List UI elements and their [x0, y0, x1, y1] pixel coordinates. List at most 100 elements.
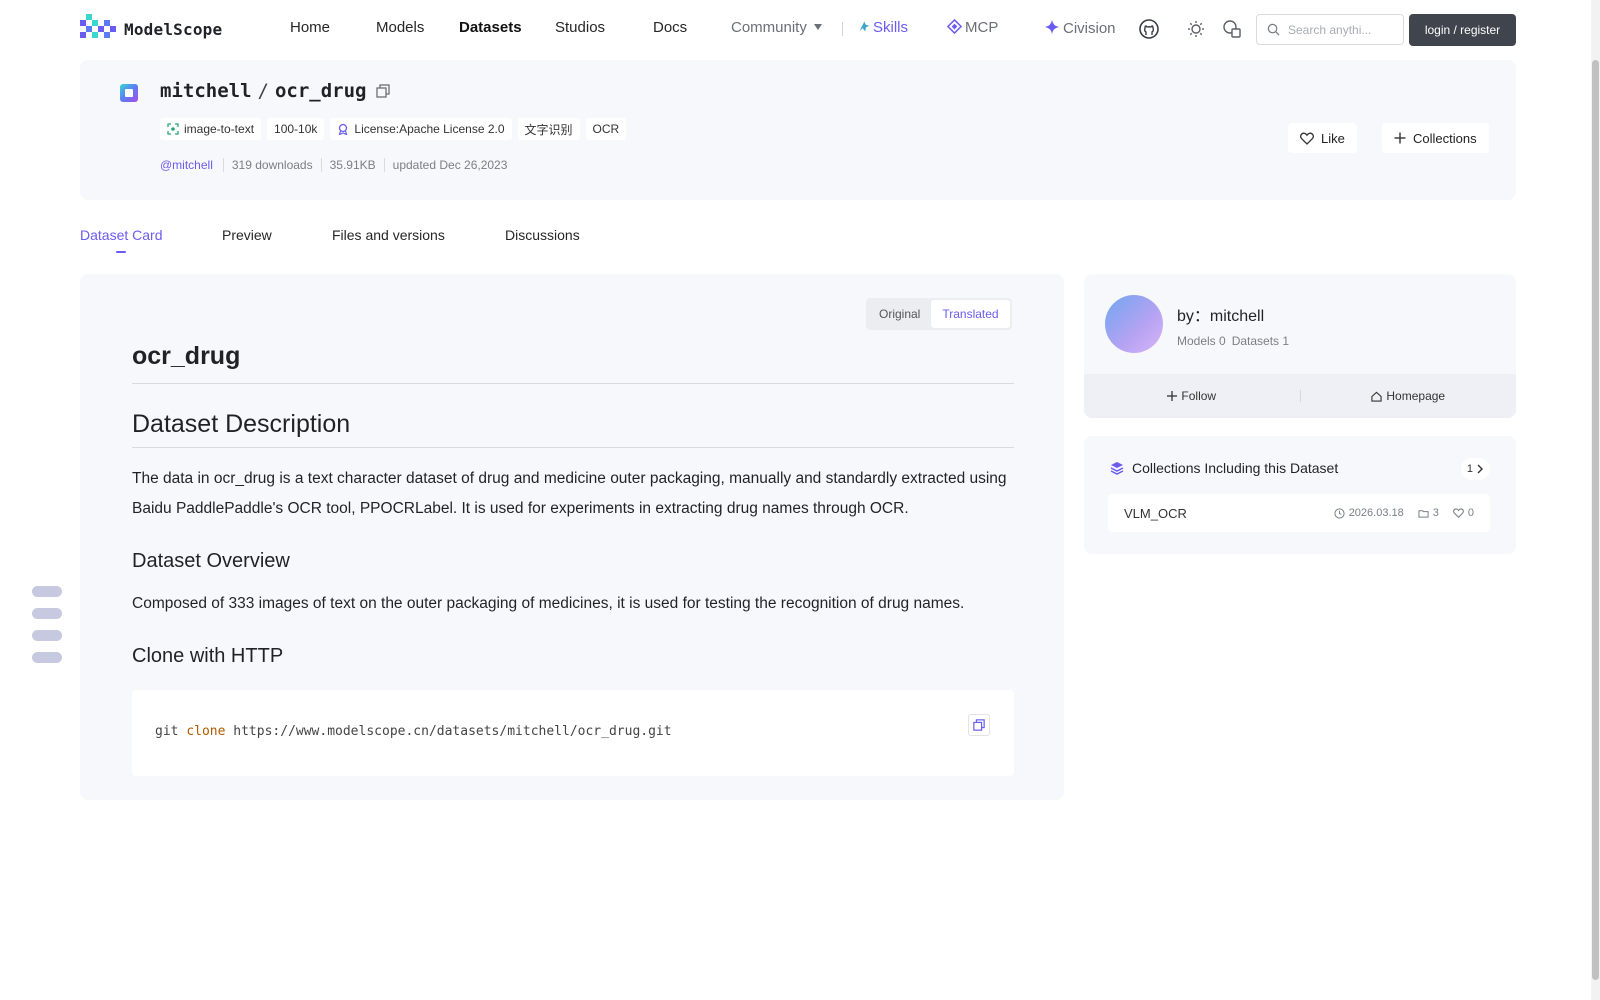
folder-icon [1418, 509, 1429, 518]
nav-docs[interactable]: Docs [653, 19, 687, 36]
sparkle-icon [1045, 20, 1059, 34]
author-name[interactable]: by：mitchell [1177, 302, 1264, 326]
author-datasets-count: Datasets 1 [1231, 334, 1290, 348]
follow-button[interactable]: Follow [1084, 389, 1300, 403]
nav-skills[interactable]: Skills [857, 19, 908, 36]
home-icon [1371, 391, 1383, 402]
clock-icon [1334, 507, 1345, 519]
nav-datasets[interactable]: Datasets [459, 19, 522, 36]
logo-text: ModelScope [124, 19, 223, 39]
scan-icon [167, 123, 179, 135]
author-stats: Models 0 Datasets 1 [1177, 334, 1289, 348]
clone-command[interactable]: git clone https://www.modelscope.cn/data… [155, 724, 672, 739]
nav-studios[interactable]: Studios [555, 19, 605, 36]
homepage-label: Homepage [1386, 389, 1446, 403]
toc-bar[interactable] [32, 586, 62, 597]
nav-civision-label: Civision [1063, 20, 1116, 37]
collections-card: Collections Including this Dataset 1 VLM… [1084, 436, 1516, 554]
tab-discussions[interactable]: Discussions [505, 227, 580, 243]
language-icon[interactable] [1222, 19, 1242, 39]
overview-text: Composed of 333 images of text on the ou… [132, 595, 965, 612]
nav-community[interactable]: Community [731, 19, 822, 36]
nav-civision[interactable]: Civision [1044, 19, 1116, 37]
dataset-tags: image-to-text 100-10k License:Apache Lic… [160, 118, 627, 140]
tab-files-and-versions[interactable]: Files and versions [332, 227, 445, 243]
toggle-translated[interactable]: Translated [931, 300, 1010, 328]
avatar[interactable] [1105, 295, 1163, 353]
card-title: ocr_drug [132, 342, 1014, 384]
theme-toggle-icon[interactable] [1186, 19, 1206, 39]
collection-likes: 0 [1452, 507, 1474, 519]
copy-code-button[interactable] [968, 714, 990, 736]
code-keyword: clone [186, 724, 226, 739]
copy-icon [973, 719, 985, 731]
nav-divider [842, 22, 843, 36]
description-text: The data in ocr_drug is a text character… [132, 470, 1007, 517]
download-count: 319 downloads [222, 158, 321, 172]
collections-label: Collections [1413, 130, 1477, 146]
top-navbar: ModelScope Home Models Datasets Studios … [0, 0, 1600, 58]
tag-size-range[interactable]: 100-10k [267, 118, 325, 140]
dataset-icon [120, 84, 138, 102]
clone-code-block: git clone https://www.modelscope.cn/data… [132, 690, 1014, 776]
license-badge-icon [339, 123, 348, 135]
collection-date-text: 2026.03.18 [1348, 507, 1404, 519]
tag-license[interactable]: License:Apache License 2.0 [330, 118, 512, 140]
tag-label: 100-10k [274, 122, 318, 136]
scrollbar-thumb[interactable] [1592, 60, 1599, 980]
login-register-button[interactable]: login / register [1409, 14, 1516, 46]
search-input[interactable] [1288, 22, 1396, 37]
skills-icon [859, 21, 870, 32]
markdown-content: ocr_drug Dataset Description The data in… [132, 342, 1014, 668]
dataset-owner[interactable]: mitchell [160, 80, 252, 102]
copy-icon[interactable] [376, 84, 391, 98]
floating-toc[interactable] [32, 586, 62, 674]
tag-ocr[interactable]: OCR [585, 118, 627, 140]
toc-bar[interactable] [32, 630, 62, 641]
tag-image-to-text[interactable]: image-to-text [160, 118, 262, 140]
nav-models[interactable]: Models [376, 19, 424, 36]
github-icon[interactable] [1139, 19, 1159, 39]
tab-dataset-card[interactable]: Dataset Card [80, 227, 162, 243]
modelscope-logo[interactable]: ModelScope [80, 14, 223, 40]
author-link[interactable]: @mitchell [160, 158, 213, 172]
follow-label: Follow [1181, 389, 1217, 403]
collection-name: VLM_OCR [1124, 505, 1187, 521]
collection-item-count: 3 [1418, 507, 1439, 519]
toc-bar[interactable] [32, 608, 62, 619]
tag-label: OCR [592, 122, 620, 136]
author-actions: Follow Homepage [1084, 374, 1516, 418]
layers-icon [1110, 462, 1124, 475]
logo-mark-icon [80, 14, 118, 40]
homepage-button[interactable]: Homepage [1301, 389, 1517, 403]
like-button[interactable]: Like [1288, 123, 1357, 153]
tag-text-recognition[interactable]: 文字识别 [517, 118, 580, 140]
collection-item[interactable]: VLM_OCR 2026.03.18 3 0 [1108, 494, 1490, 532]
dataset-title: mitchell / ocr_drug [160, 80, 391, 102]
collections-button[interactable]: Collections [1382, 123, 1489, 153]
dataset-name: ocr_drug [274, 80, 367, 102]
author-models-count: Models 0 [1177, 334, 1226, 348]
scrollbar[interactable] [1591, 0, 1600, 1000]
tag-label: License:Apache License 2.0 [354, 122, 505, 136]
toc-bar[interactable] [32, 652, 62, 663]
collections-count-button[interactable]: 1 [1460, 458, 1490, 480]
collection-date: 2026.03.18 [1334, 507, 1404, 519]
collections-title: Collections Including this Dataset [1132, 460, 1339, 476]
nav-mcp[interactable]: MCP [946, 18, 998, 36]
dataset-meta: @mitchell 319 downloads 35.91KB updated … [160, 158, 515, 172]
nav-home[interactable]: Home [290, 19, 330, 36]
tag-label: image-to-text [184, 122, 255, 136]
nav-skills-label: Skills [873, 19, 909, 36]
search-icon [1267, 23, 1280, 36]
caret-down-icon [813, 24, 822, 30]
collections-heading: Collections Including this Dataset [1110, 460, 1338, 476]
active-tab-indicator [116, 251, 126, 253]
mcp-icon [946, 18, 963, 35]
plus-icon [1394, 132, 1406, 144]
collection-count-text: 3 [1432, 507, 1439, 519]
updated-date: updated Dec 26,2023 [383, 158, 516, 172]
tab-preview[interactable]: Preview [222, 227, 272, 243]
search-box[interactable] [1256, 14, 1404, 45]
toggle-original[interactable]: Original [868, 300, 931, 328]
